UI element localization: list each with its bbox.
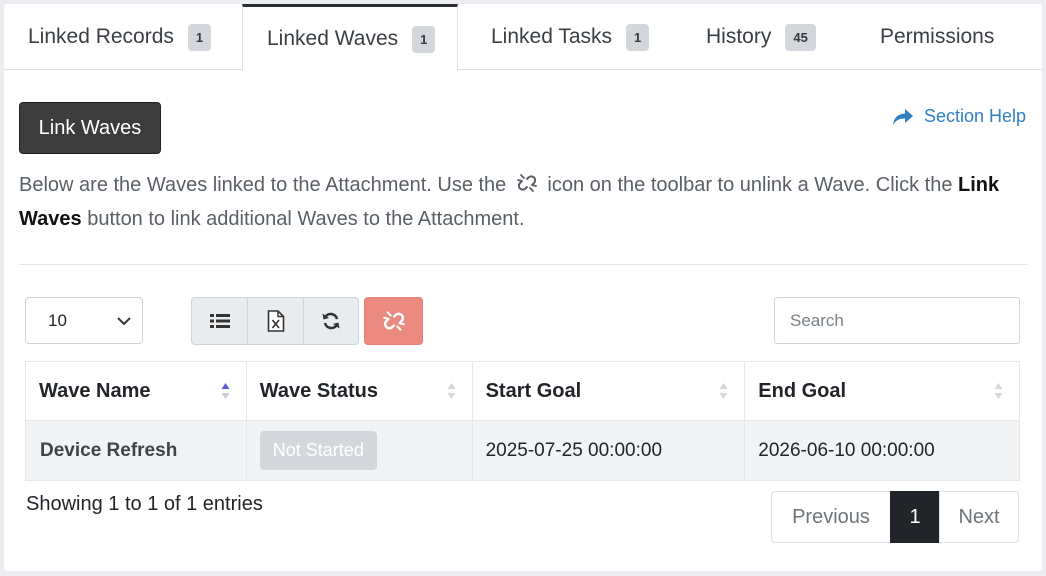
section-help-link[interactable]: Section Help — [892, 106, 1026, 127]
table-header-row: Wave Name Wave Status Start Goal End Goa… — [25, 361, 1020, 421]
count-badge: 1 — [187, 23, 212, 51]
tab-permissions[interactable]: Permissions — [858, 4, 1042, 70]
column-label: End Goal — [758, 379, 847, 402]
unlink-icon — [516, 172, 538, 204]
sort-icon — [994, 383, 1003, 399]
count-badge: 1 — [626, 23, 650, 51]
column-header-end-goal[interactable]: End Goal — [744, 361, 1020, 421]
sort-icon — [719, 383, 728, 399]
end-goal-cell: 2026-06-10 00:00:00 — [744, 420, 1020, 481]
chevron-down-icon — [117, 317, 131, 326]
table-toolbar — [191, 297, 423, 345]
unlink-button[interactable] — [364, 297, 423, 345]
refresh-icon — [322, 312, 340, 330]
tab-linked-records[interactable]: Linked Records 1 — [4, 4, 242, 70]
tab-linked-tasks[interactable]: Linked Tasks 1 — [458, 4, 668, 70]
tab-label: History — [706, 25, 772, 48]
search-input[interactable] — [774, 297, 1020, 344]
table-info: Showing 1 to 1 of 1 entries — [26, 493, 263, 515]
column-header-wave-status[interactable]: Wave Status — [245, 361, 473, 421]
status-badge: Not Started — [259, 431, 377, 470]
column-label: Wave Name — [39, 379, 151, 402]
tab-label: Linked Tasks — [491, 25, 613, 48]
wave-status-cell: Not Started — [245, 420, 473, 481]
link-waves-button[interactable]: Link Waves — [19, 102, 161, 154]
description-part: button to link additional Waves to the A… — [87, 208, 525, 230]
description-part: Below are the Waves linked to the Attach… — [19, 174, 507, 196]
column-label: Wave Status — [259, 379, 378, 402]
wave-name-cell: Device Refresh — [25, 420, 247, 481]
description-text: Below are the Waves linked to the Attach… — [19, 170, 1029, 235]
share-arrow-icon — [892, 108, 913, 125]
count-badge: 1 — [412, 25, 436, 53]
count-badge: 45 — [785, 23, 816, 51]
tab-linked-waves[interactable]: Linked Waves 1 — [242, 4, 458, 71]
export-excel-button[interactable] — [247, 297, 304, 345]
tab-bar: Linked Records 1 Linked Waves 1 Linked T… — [4, 4, 1042, 71]
tab-history[interactable]: History 45 — [668, 4, 858, 70]
tab-label: Permissions — [880, 25, 995, 48]
refresh-button[interactable] — [303, 297, 359, 345]
list-icon — [209, 314, 230, 328]
tab-label: Linked Records — [28, 25, 174, 48]
column-header-start-goal[interactable]: Start Goal — [471, 361, 746, 421]
page-1-button[interactable]: 1 — [890, 491, 940, 543]
sort-asc-icon — [221, 383, 230, 399]
tab-label: Linked Waves — [267, 27, 399, 50]
column-label: Start Goal — [485, 379, 582, 402]
next-page-button[interactable]: Next — [939, 491, 1019, 543]
pagination: Previous 1 Next — [771, 491, 1019, 543]
column-header-wave-name[interactable]: Wave Name — [25, 361, 247, 421]
column-list-button[interactable] — [191, 297, 248, 345]
sort-icon — [447, 383, 456, 399]
waves-table: Wave Name Wave Status Start Goal End Goa… — [25, 361, 1020, 481]
linked-waves-panel: Linked Records 1 Linked Waves 1 Linked T… — [4, 4, 1042, 571]
start-goal-cell: 2025-07-25 00:00:00 — [471, 420, 746, 481]
description-part: icon on the toolbar to unlink a Wave. Cl… — [547, 174, 953, 196]
section-help-label: Section Help — [923, 106, 1026, 126]
table-row[interactable]: Device Refresh Not Started 2025-07-25 00… — [25, 420, 1020, 481]
previous-page-button[interactable]: Previous — [771, 491, 891, 543]
divider — [19, 264, 1027, 265]
excel-icon — [267, 310, 284, 332]
page-length-value: 10 — [48, 310, 67, 330]
unlink-icon — [382, 311, 405, 331]
page-length-select[interactable]: 10 — [25, 297, 143, 344]
